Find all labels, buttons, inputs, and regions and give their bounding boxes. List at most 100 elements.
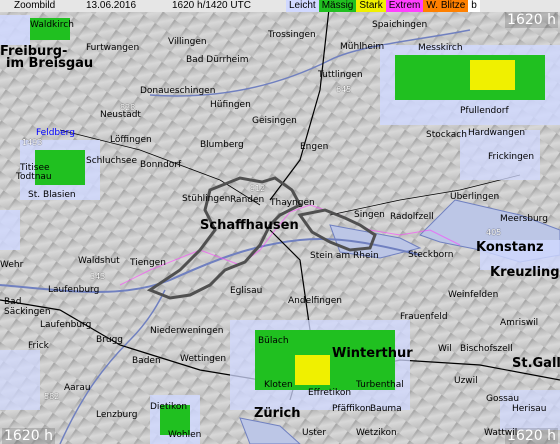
place-label: Dietikon <box>150 402 188 412</box>
place-label: Frickingen <box>488 152 535 162</box>
road-number-label: 645 <box>336 85 352 94</box>
place-label: Engen <box>300 142 329 152</box>
place-label: Pfullendorf <box>460 106 509 116</box>
place-label: Steckborn <box>408 250 454 260</box>
place-label: Tiengen <box>130 258 166 268</box>
place-label: Uster <box>302 428 327 438</box>
place-label: Messkirch <box>418 43 463 53</box>
precip-light <box>0 15 30 45</box>
place-label: Stockach <box>426 130 467 140</box>
place-label: Singen <box>354 210 385 220</box>
place-label: Waldkirch <box>30 20 74 30</box>
place-label: Hüfingen <box>210 100 251 110</box>
place-label: Uzwil <box>454 376 478 386</box>
place-label: St.Gallen <box>512 356 560 371</box>
legend: Leicht Mässig Stark Extrem W. Blitze b <box>286 0 480 12</box>
place-label: Kloten <box>264 380 293 390</box>
zoom-label: Zoombild <box>14 0 56 11</box>
legend-item: W. Blitze <box>423 0 469 12</box>
header-bar: Zoombild 13.06.2016 1620 h/1420 UTC Leic… <box>0 0 560 12</box>
road-number-label: 405 <box>486 228 502 237</box>
precip-heavy <box>295 355 330 385</box>
place-label: Winterthur <box>332 346 413 361</box>
place-label: Wohlen <box>168 430 202 440</box>
place-label: Blumberg <box>200 140 244 150</box>
place-label: Geisingen <box>252 116 297 126</box>
time-label: 1620 h/1420 UTC <box>172 0 251 11</box>
date-label: 13.06.2016 <box>86 0 137 11</box>
place-label: Frauenfeld <box>400 312 448 322</box>
place-label: Bad Dürrheim <box>186 55 249 65</box>
place-label: Donaueschingen <box>140 86 216 96</box>
place-label: Laufenburg <box>40 320 92 330</box>
precip-light <box>0 350 40 410</box>
legend-item: Extrem <box>385 0 424 12</box>
place-label: Bad <box>4 297 22 307</box>
place-label: Wettingen <box>180 354 227 364</box>
place-label: Wetzikon <box>356 428 397 438</box>
place-label: Säckingen <box>4 307 51 317</box>
road-number-label: 912 <box>250 184 266 193</box>
place-label: Löffingen <box>110 135 152 145</box>
legend-item: Mässig <box>318 0 357 12</box>
place-label: St. Blasien <box>28 190 76 200</box>
place-label: Tuttlingen <box>318 70 363 80</box>
place-label: Bonndorf <box>140 160 182 170</box>
place-label: Amriswil <box>500 318 539 328</box>
corner-time-top-right: 1620 h <box>505 12 558 28</box>
place-label: Thayngen <box>270 198 315 208</box>
place-label: Schluchsee <box>86 156 137 166</box>
place-label: Lenzburg <box>96 410 138 420</box>
place-label: Kreuzlingen <box>490 265 560 280</box>
place-label: Brugg <box>96 335 124 345</box>
legend-item: Stark <box>356 0 386 12</box>
place-label: Niederweningen <box>150 326 224 336</box>
place-label: Wehr <box>0 260 24 270</box>
place-label: Wil <box>438 344 452 354</box>
place-label: Randen <box>230 195 265 205</box>
place-label: Frick <box>28 341 49 351</box>
place-label: Schaffhausen <box>200 218 299 233</box>
place-label: Baden <box>132 356 161 366</box>
legend-item: b <box>468 0 480 12</box>
place-label: Todtnau <box>16 172 52 182</box>
place-label: Zürich <box>254 406 301 421</box>
place-label: Herisau <box>512 404 547 414</box>
place-label: Radolfzell <box>390 212 434 222</box>
road-number-label: 1493 <box>22 138 43 147</box>
place-label: Bülach <box>258 336 289 346</box>
corner-time-bottom-left: 1620 h <box>2 428 55 444</box>
place-label: Laufenburg <box>48 285 100 295</box>
place-label: Stein am Rhein <box>310 251 379 261</box>
place-label: Meersburg <box>500 214 548 224</box>
place-label: Hardwangen <box>468 128 526 138</box>
place-label: Weinfelden <box>448 290 499 300</box>
place-label: Waldshut <box>78 256 120 266</box>
road-number-label: 828 <box>120 103 136 112</box>
place-label: im Breisgau <box>6 56 94 71</box>
place-label: Feldberg <box>36 128 75 138</box>
place-label: Mühlheim <box>340 42 385 52</box>
place-label: Furtwangen <box>86 43 140 53</box>
place-label: Andelfingen <box>288 296 342 306</box>
radar-map: Zoombild 13.06.2016 1620 h/1420 UTC Leic… <box>0 0 560 444</box>
place-label: Bischofszell <box>460 344 513 354</box>
place-label: Konstanz <box>476 240 544 255</box>
road-number-label: 343 <box>90 272 106 281</box>
place-label: Pfäffikon <box>332 404 371 414</box>
precip-heavy <box>470 60 515 90</box>
place-label: Trossingen <box>268 30 316 40</box>
road-number-label: 582 <box>44 392 60 401</box>
place-label: Bauma <box>370 404 402 414</box>
place-label: Turbenthal <box>356 380 404 390</box>
place-label: Villingen <box>168 37 207 47</box>
place-label: Überlingen <box>450 192 500 202</box>
place-label: Eglisau <box>230 286 263 296</box>
place-label: Wattwil <box>484 428 518 438</box>
precip-light <box>0 210 20 250</box>
place-label: Gossau <box>486 394 520 404</box>
place-label: Effretikon <box>308 388 352 398</box>
legend-item: Leicht <box>286 0 319 12</box>
place-label: Stühlingen <box>182 194 231 204</box>
place-label: Spaichingen <box>372 20 428 30</box>
